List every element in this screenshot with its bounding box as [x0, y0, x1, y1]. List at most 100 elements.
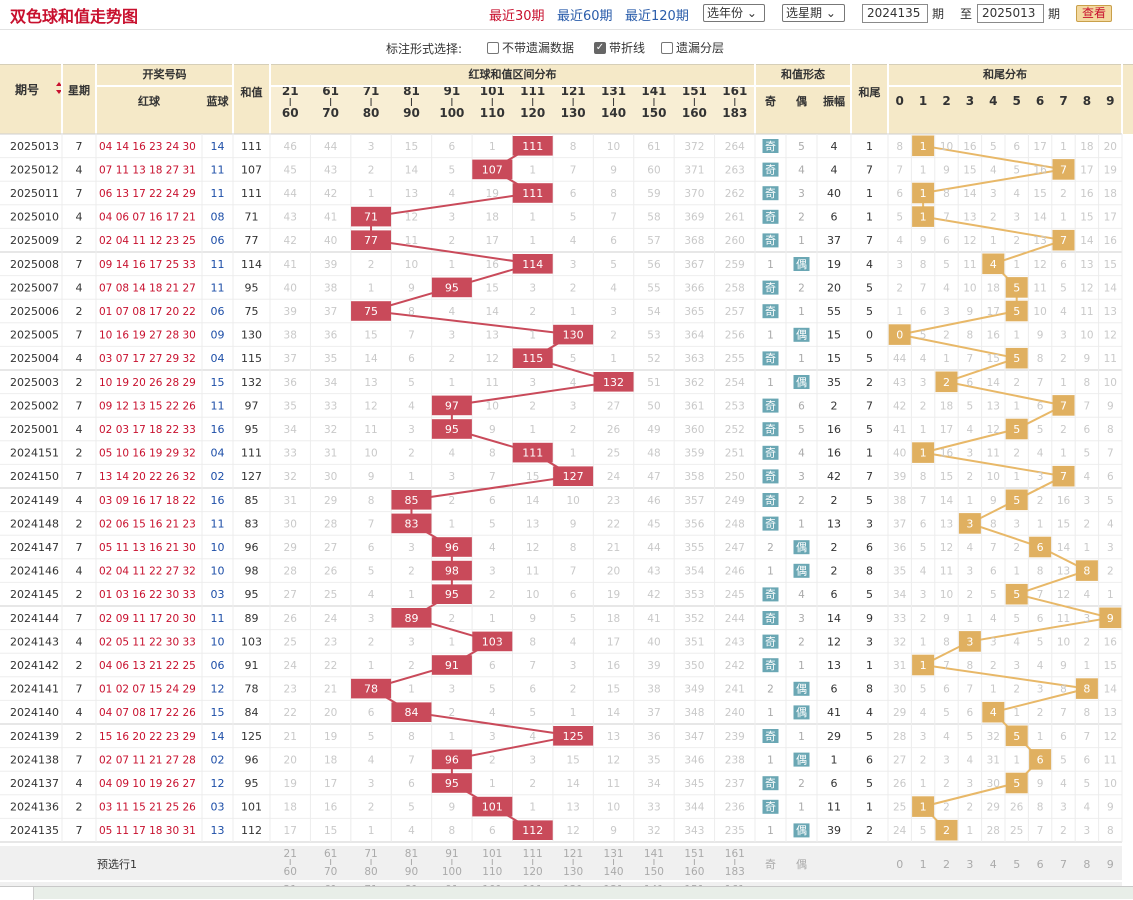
- range-miss-value: 4: [489, 542, 496, 554]
- checkbox-checked-icon[interactable]: ✓: [594, 41, 606, 54]
- range-miss-value: 3: [570, 400, 577, 412]
- tail-miss-value: 32: [987, 731, 1000, 743]
- tail-miss-value: 10: [963, 282, 976, 294]
- scroll-thumb[interactable]: [0, 887, 34, 900]
- range-miss-value: 36: [647, 731, 661, 743]
- column-header-blue: 蓝球: [207, 94, 230, 108]
- blue-ball: 14: [211, 140, 225, 153]
- range-miss-value: 353: [684, 589, 704, 601]
- tail-miss-value: 3: [990, 188, 997, 200]
- range-miss-value: 41: [284, 259, 297, 271]
- range-miss-value: 16: [607, 660, 621, 672]
- tail-miss-value: 14: [1104, 282, 1118, 294]
- horizontal-scrollbar[interactable]: [0, 886, 1133, 900]
- tail-miss-value: 5: [990, 141, 997, 153]
- issue-number: 2025013: [10, 140, 59, 153]
- even-miss-value: 5: [798, 424, 805, 436]
- checkbox-icon[interactable]: [487, 41, 499, 54]
- range-miss-value: 46: [284, 141, 298, 153]
- tail-miss-value: 14: [940, 495, 954, 507]
- option-no-miss-data[interactable]: 不带遗漏数据: [487, 39, 574, 56]
- range-miss-value: 258: [725, 282, 745, 294]
- tail-digit-header: 2: [942, 94, 950, 108]
- weekday-select[interactable]: 选星期 ⌄: [782, 4, 845, 22]
- range-miss-value: 19: [324, 731, 337, 743]
- nav-recent-30[interactable]: 最近30期: [489, 5, 545, 24]
- tail-miss-value: 9: [1037, 330, 1044, 342]
- sum-value: 85: [245, 494, 259, 507]
- range-miss-value: 28: [284, 566, 297, 578]
- tail-miss-value: 4: [1084, 802, 1091, 814]
- tail-miss-value: 16: [1104, 235, 1118, 247]
- option-with-line[interactable]: ✓ 带折线: [594, 39, 645, 56]
- sum-hit-value: 130: [563, 329, 584, 342]
- range-miss-value: 15: [526, 471, 539, 483]
- range-miss-value: 8: [449, 825, 456, 837]
- tail-miss-value: 5: [896, 212, 903, 224]
- nav-recent-120[interactable]: 最近120期: [625, 5, 689, 24]
- tail-miss-value: 12: [987, 424, 1000, 436]
- preselect-tail-digit: 5: [1013, 858, 1020, 871]
- query-button[interactable]: 查看: [1076, 5, 1112, 22]
- range-miss-value: 351: [684, 636, 704, 648]
- year-select[interactable]: 选年份 ⌄: [703, 4, 765, 22]
- range-miss-value: 13: [486, 330, 499, 342]
- range-miss-value: 56: [647, 259, 661, 271]
- tail-miss-value: 8: [1037, 353, 1044, 365]
- sum-hit-value: 115: [522, 352, 543, 365]
- range-miss-value: 8: [570, 542, 577, 554]
- tail-miss-value: 15: [1057, 518, 1070, 530]
- red-balls: 04 06 07 16 17 21: [99, 212, 196, 224]
- preselect-range-low: 71: [364, 848, 377, 860]
- issue-number: 2024144: [10, 612, 59, 625]
- range-miss-value: 354: [684, 566, 704, 578]
- tail-miss-value: 5: [920, 684, 927, 696]
- amplitude-value: 4: [831, 163, 838, 176]
- tail-value: 5: [866, 352, 873, 365]
- nav-recent-60[interactable]: 最近60期: [557, 5, 613, 24]
- issue-number: 2025012: [10, 163, 59, 176]
- range-miss-value: 2: [489, 754, 496, 766]
- weekday-value: 4: [76, 706, 83, 719]
- tail-miss-value: 7: [967, 684, 974, 696]
- range-miss-value: 20: [284, 754, 297, 766]
- checkbox-icon[interactable]: [661, 41, 673, 54]
- range-miss-value: 5: [368, 566, 375, 578]
- tail-miss-value: 3: [1013, 660, 1020, 672]
- red-balls: 01 02 07 15 24 29: [99, 684, 196, 696]
- tail-miss-value: 18: [1104, 188, 1117, 200]
- sum-value: 95: [245, 281, 259, 294]
- sum-hit-value: 98: [445, 565, 459, 578]
- range-miss-value: 3: [529, 754, 536, 766]
- tail-miss-value: 4: [967, 424, 974, 436]
- tail-miss-value: 2: [943, 802, 950, 814]
- tail-hit-value: 6: [1037, 753, 1044, 766]
- tail-miss-value: 2: [1013, 377, 1020, 389]
- blue-ball: 04: [211, 447, 225, 460]
- range-miss-value: 12: [566, 825, 579, 837]
- odd-miss-value: 1: [767, 377, 774, 389]
- even-miss-value: 2: [798, 778, 805, 790]
- tail-miss-value: 1: [920, 424, 927, 436]
- range-miss-value: 1: [489, 778, 496, 790]
- option-miss-layer[interactable]: 遗漏分层: [661, 39, 724, 56]
- range-miss-value: 1: [449, 377, 456, 389]
- range-miss-value: 25: [324, 589, 337, 601]
- weekday-value: 4: [76, 352, 83, 365]
- weekday-value: 4: [76, 423, 83, 436]
- amplitude-value: 1: [831, 753, 838, 766]
- even-badge-text: 偶: [796, 258, 807, 271]
- column-header-even: 偶: [796, 94, 807, 108]
- tail-miss-value: 5: [967, 400, 974, 412]
- range-miss-value: 38: [284, 330, 297, 342]
- blue-ball: 12: [211, 683, 225, 696]
- blue-ball: 11: [211, 399, 225, 412]
- from-issue-input[interactable]: 2024135: [862, 4, 928, 23]
- tail-miss-value: 10: [940, 141, 953, 153]
- tail-miss-value: 16: [1057, 495, 1071, 507]
- range-miss-value: 15: [405, 141, 418, 153]
- preselect-range-high: 183: [725, 866, 745, 878]
- tail-miss-value: 6: [1107, 471, 1114, 483]
- to-issue-input[interactable]: 2025013: [977, 4, 1044, 23]
- range-miss-value: 2: [368, 164, 375, 176]
